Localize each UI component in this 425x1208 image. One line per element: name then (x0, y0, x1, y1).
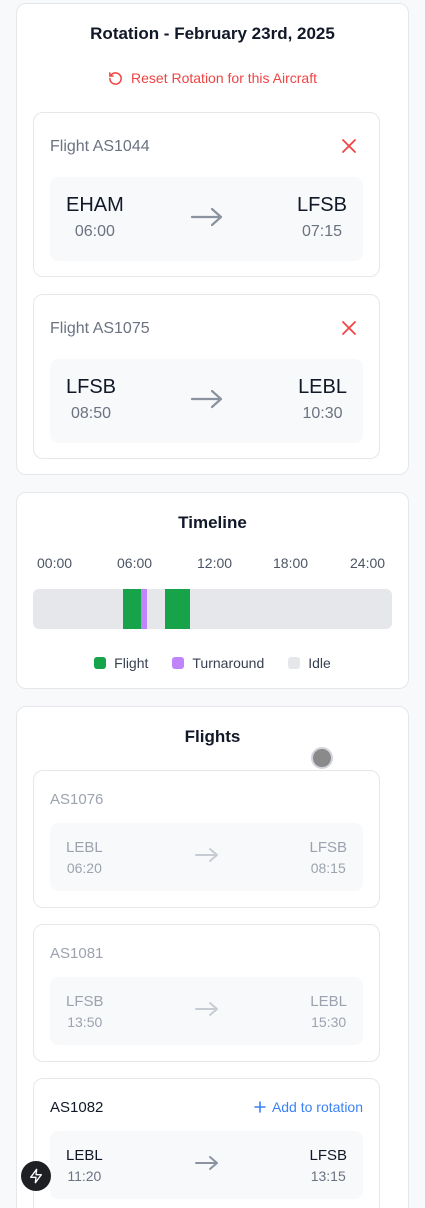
flights-title: Flights (184, 727, 241, 746)
destination-code: LFSB (309, 1147, 347, 1164)
arrival-time: 08:15 (310, 860, 346, 876)
legend-label: Turnaround (192, 655, 265, 671)
origin: LFSB 13:50 (66, 993, 104, 1030)
timeline-tick: 06:00 (117, 555, 153, 571)
destination: LEBL 15:30 (310, 993, 347, 1030)
mouse-cursor (311, 747, 333, 769)
timeline-legend: Flight Turnaround Idle (17, 655, 408, 671)
reset-icon (109, 71, 122, 85)
origin-code: EHAM (66, 194, 124, 216)
reset-rotation-button[interactable]: Reset Rotation for this Aircraft (17, 70, 408, 86)
arrival-time: 13:15 (310, 1168, 346, 1184)
rotation-title: Rotation - February 23rd, 2025 (90, 24, 335, 43)
destination: LFSB 13:15 (309, 1147, 347, 1184)
destination-code: LEBL (298, 376, 347, 398)
route-panel: LEBL 06:20 LFSB 08:15 (50, 823, 363, 891)
bolt-icon (30, 1168, 42, 1184)
destination: LFSB 07:15 (297, 194, 347, 241)
arrow-right-icon (190, 207, 222, 227)
flight-list-item: AS1081 LFSB 13:50 LEBL 15:30 (33, 924, 380, 1062)
destination: LEBL 10:30 (298, 376, 347, 423)
origin-code: LFSB (66, 993, 104, 1010)
route-panel: LFSB 13:50 LEBL 15:30 (50, 977, 363, 1045)
timeline-segment-flight (122, 589, 142, 629)
departure-time: 06:00 (74, 223, 115, 240)
legend-swatch-idle (288, 657, 301, 669)
timeline-tick: 24:00 (350, 555, 386, 571)
departure-time: 06:20 (66, 860, 102, 876)
origin: EHAM 06:00 (66, 194, 124, 241)
plus-icon (254, 1101, 266, 1113)
route-panel: LFSB 08:50 LEBL 10:30 (50, 359, 363, 443)
reset-rotation-label: Reset Rotation for this Aircraft (131, 70, 317, 86)
arrow-right-icon (194, 1002, 218, 1016)
origin-code: LEBL (66, 1147, 103, 1164)
departure-time: 13:50 (67, 1014, 103, 1030)
bolt-button[interactable] (21, 1161, 51, 1191)
rotation-flight-card: Flight AS1044 EHAM 06:00 LFSB 07:15 (33, 112, 380, 277)
legend-idle: Idle (288, 655, 331, 671)
flight-label: Flight AS1075 (50, 320, 150, 337)
flight-label: Flight AS1044 (50, 138, 150, 155)
arrival-time: 07:15 (301, 223, 342, 240)
timeline-segment-flight (165, 589, 191, 629)
rotation-flight-card: Flight AS1075 LFSB 08:50 LEBL 10:30 (33, 294, 380, 459)
route-panel: EHAM 06:00 LFSB 07:15 (50, 177, 363, 261)
departure-time: 11:20 (67, 1168, 102, 1184)
add-to-rotation-label: Add to rotation (271, 1099, 363, 1115)
timeline-card: Timeline 00:00 06:00 12:00 18:00 24:00 F… (16, 492, 409, 689)
timeline-segment-turnaround (141, 589, 147, 629)
departure-time: 08:50 (70, 405, 112, 422)
origin: LEBL 11:20 (66, 1147, 103, 1184)
origin: LFSB 08:50 (66, 376, 116, 423)
legend-label: Idle (308, 655, 331, 671)
origin-code: LFSB (66, 376, 117, 398)
legend-turnaround: Turnaround (172, 655, 264, 671)
destination-code: LFSB (309, 839, 347, 856)
timeline-bar (33, 589, 392, 629)
destination-code: LEBL (310, 993, 347, 1010)
timeline-tick: 12:00 (197, 555, 233, 571)
timeline-tick: 00:00 (37, 555, 73, 571)
timeline-title: Timeline (178, 513, 247, 532)
flight-id: AS1076 (50, 791, 104, 808)
route-panel: LEBL 11:20 LFSB 13:15 (50, 1131, 363, 1199)
add-to-rotation-button[interactable]: Add to rotation (254, 1099, 363, 1115)
legend-flight: Flight (94, 655, 148, 671)
arrow-right-icon (194, 848, 218, 862)
rotation-card: Rotation - February 23rd, 2025 Reset Rot… (16, 3, 409, 475)
destination: LFSB 08:15 (309, 839, 347, 876)
close-icon[interactable] (341, 138, 357, 154)
flight-list-item: AS1076 LEBL 06:20 LFSB 08:15 (33, 770, 380, 908)
legend-label: Flight (114, 655, 149, 671)
arrow-right-icon (194, 1156, 218, 1170)
flight-list-item[interactable]: AS1082 Add to rotation LEBL 11:20 LFSB 1… (33, 1078, 380, 1208)
legend-swatch-flight (94, 657, 107, 669)
timeline-axis: 00:00 06:00 12:00 18:00 24:00 (37, 555, 388, 571)
arrival-time: 10:30 (302, 405, 343, 422)
flight-id: AS1082 (50, 1099, 104, 1116)
legend-swatch-turnaround (172, 657, 185, 669)
close-icon[interactable] (341, 320, 357, 336)
flights-card: Flights AS1076 LEBL 06:20 LFSB 08:15 AS1… (16, 706, 409, 1208)
flight-id: AS1081 (50, 945, 104, 962)
origin: LEBL 06:20 (66, 839, 103, 876)
timeline-tick: 18:00 (273, 555, 309, 571)
arrow-right-icon (190, 389, 222, 409)
destination-code: LFSB (296, 194, 347, 216)
origin-code: LEBL (66, 839, 103, 856)
arrival-time: 15:30 (311, 1014, 347, 1030)
